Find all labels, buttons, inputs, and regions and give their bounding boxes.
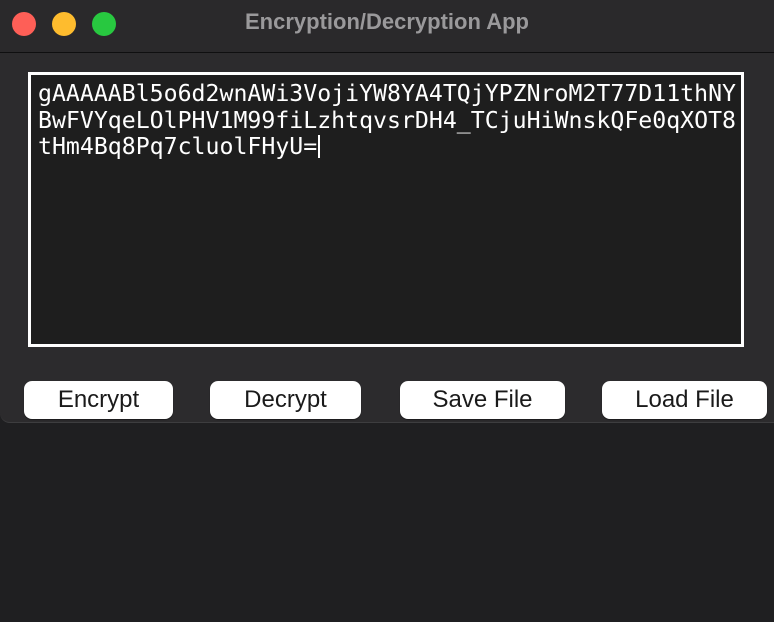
editor-text: gAAAAABl5o6d2wnAWi3VojiYW8YA4TQjYPZNroM2…	[38, 80, 737, 160]
window-title: Encryption/Decryption App	[245, 9, 529, 34]
load-file-button[interactable]: Load File	[602, 381, 767, 419]
encrypt-button[interactable]: Encrypt	[24, 381, 173, 419]
title-bar[interactable]: Encryption/Decryption App	[0, 0, 774, 53]
editor-content[interactable]: gAAAAABl5o6d2wnAWi3VojiYW8YA4TQjYPZNroM2…	[38, 80, 740, 161]
save-file-button[interactable]: Save File	[400, 381, 565, 419]
app-window: Encryption/Decryption App gAAAAABl5o6d2w…	[0, 0, 774, 423]
text-caret	[318, 135, 321, 158]
decrypt-button[interactable]: Decrypt	[210, 381, 361, 419]
text-editor[interactable]: gAAAAABl5o6d2wnAWi3VojiYW8YA4TQjYPZNroM2…	[28, 72, 744, 347]
